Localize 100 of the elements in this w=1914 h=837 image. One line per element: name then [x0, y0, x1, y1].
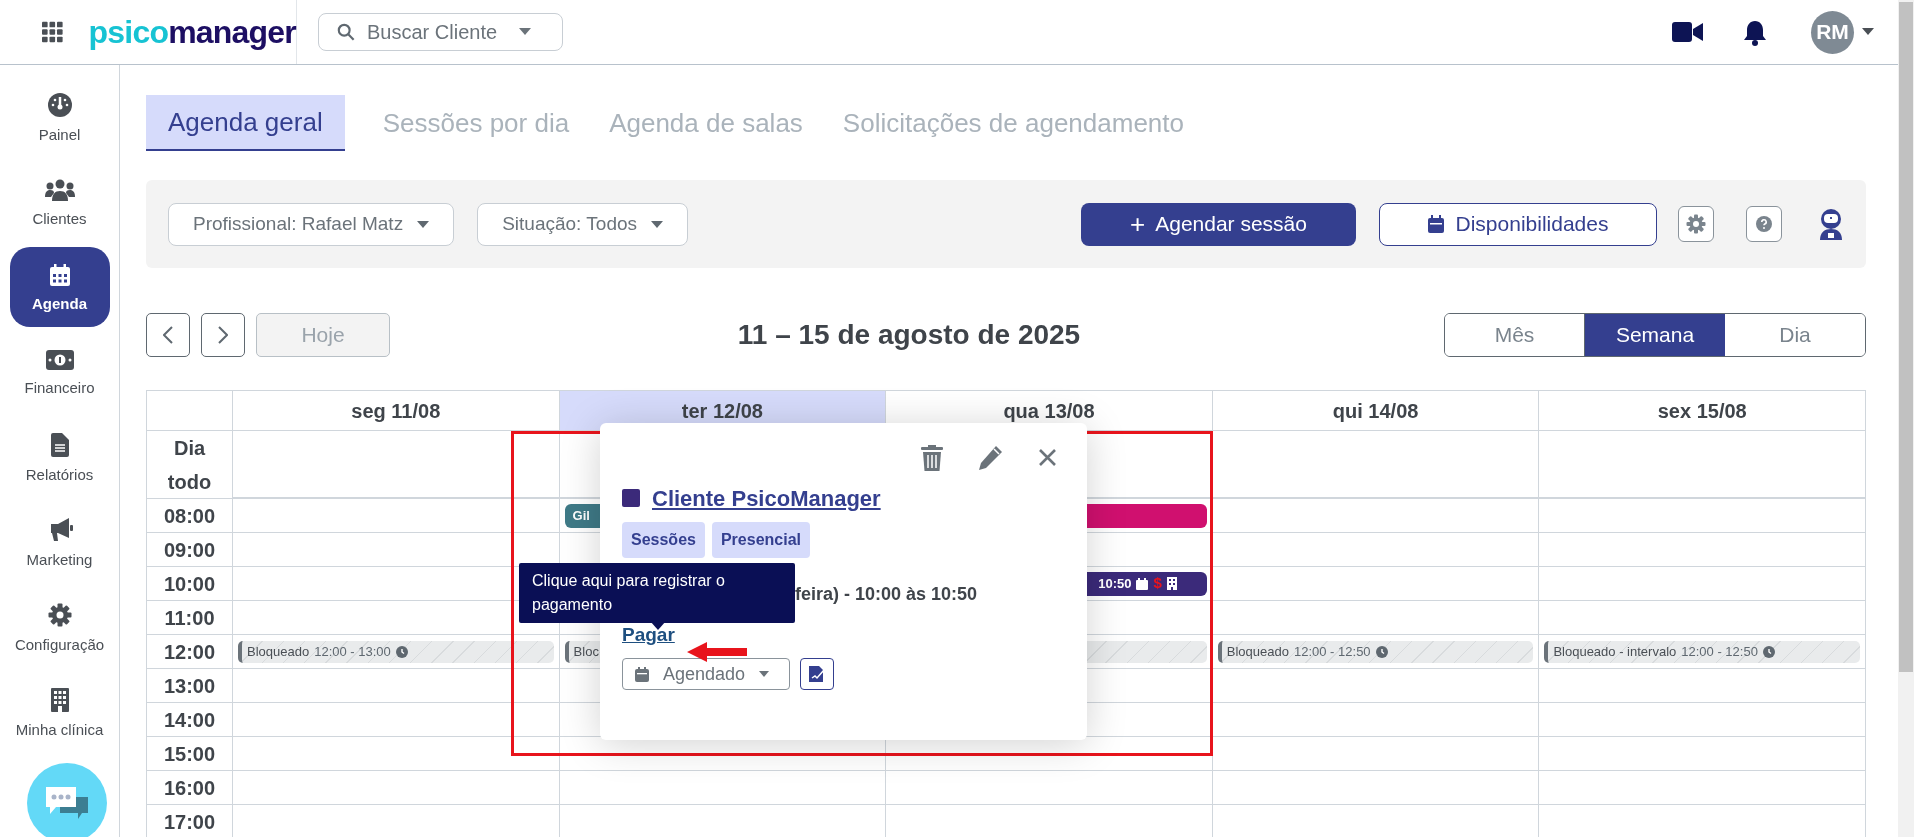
event-text: Gil	[572, 506, 590, 525]
calendar-cell[interactable]	[1539, 499, 1866, 533]
notification-bell-icon[interactable]	[1743, 18, 1767, 46]
calendar-cell[interactable]	[1212, 669, 1540, 703]
event-title: Bloqueado	[247, 642, 310, 661]
caret-icon	[651, 220, 663, 228]
calendar-cell[interactable]	[1212, 499, 1540, 533]
all-day-cell[interactable]	[1212, 431, 1540, 499]
building-icon	[50, 687, 69, 712]
sidebar-item[interactable]: Painel	[9, 77, 110, 157]
filter-dropdown[interactable]: Situação: Todos	[477, 202, 688, 246]
scrollbar[interactable]	[1898, 0, 1914, 837]
schedule-session-button[interactable]: + Agendar sessão	[1081, 202, 1356, 246]
calendar-cell[interactable]	[1539, 601, 1866, 635]
blocked-event[interactable]: Bloqueado 12:00 - 13:00	[238, 640, 554, 663]
document-pen-icon	[808, 665, 826, 683]
view-toggle[interactable]: Semana	[1585, 314, 1725, 356]
tag: Presencial	[711, 522, 810, 558]
settings-icon	[1686, 214, 1706, 234]
calendar-cell[interactable]	[1539, 533, 1866, 567]
calendar-cell[interactable]: Bloqueado - intervalo 12:00 - 12:50	[1539, 635, 1866, 669]
calendar-cell[interactable]	[1212, 703, 1540, 737]
event-time: 12:00 - 12:50	[1681, 642, 1758, 661]
sign-document-button[interactable]	[800, 658, 834, 690]
robot-assistant-icon[interactable]	[1818, 208, 1844, 240]
calendar-cell[interactable]	[1212, 771, 1540, 805]
time-label: 11:00	[147, 601, 233, 635]
clock-icon	[1762, 645, 1775, 658]
help-button[interactable]	[1746, 206, 1782, 242]
filter-dropdown[interactable]: Profissional: Rafael Matz	[168, 202, 455, 246]
event-text: 10:50	[1098, 574, 1132, 593]
day-header: seg 11/08	[233, 391, 560, 431]
user-avatar[interactable]: RM	[1811, 10, 1854, 54]
all-day-cell[interactable]	[233, 431, 560, 499]
arrow	[687, 641, 747, 663]
delete-icon[interactable]	[921, 445, 943, 471]
sidebar-item[interactable]: Relatórios	[9, 417, 110, 497]
time-label: 09:00	[147, 533, 233, 567]
calendar-cell[interactable]	[233, 669, 560, 703]
search-bar[interactable]: Buscar Cliente	[318, 13, 563, 51]
caret-icon[interactable]	[1862, 28, 1874, 36]
calendar-icon	[1136, 577, 1149, 590]
calendar-cell[interactable]	[1212, 737, 1540, 771]
tooltip: Clique aqui para registrar o pagamento	[519, 563, 795, 623]
sidebar-item[interactable]: Financeiro	[9, 332, 110, 412]
calendar-cell[interactable]	[1539, 737, 1866, 771]
calendar-cell[interactable]	[886, 771, 1213, 805]
pay-link[interactable]: Pagar	[622, 620, 675, 650]
tab[interactable]: Agenda geral	[146, 95, 345, 151]
video-camera-icon[interactable]	[1672, 21, 1703, 43]
blocked-event[interactable]: Bloqueado - intervalo 12:00 - 12:50	[1544, 640, 1860, 663]
search-icon	[337, 23, 355, 41]
sidebar-item[interactable]: Marketing	[9, 502, 110, 582]
apps-grid-icon[interactable]	[42, 21, 63, 43]
clock-icon	[1375, 645, 1388, 658]
document-icon	[50, 432, 69, 457]
calendar-cell[interactable]	[233, 771, 560, 805]
calendar-cell[interactable]	[1539, 567, 1866, 601]
event-time: 12:00 - 13:00	[314, 642, 391, 661]
logo[interactable]: psicomanager	[88, 16, 296, 48]
event-title: Bloqueado	[1226, 642, 1289, 661]
calendar-cell[interactable]: Bloqueado 12:00 - 13:00	[233, 635, 560, 669]
payment-mark: $	[1153, 573, 1162, 594]
sidebar-item[interactable]: Configuração	[9, 587, 110, 667]
sidebar-item[interactable]: Agenda	[9, 247, 110, 327]
chat-bubbles-icon	[44, 785, 90, 821]
calendar-icon	[49, 263, 70, 286]
time-label: 13:00	[147, 669, 233, 703]
calendar-cell[interactable]	[1539, 771, 1866, 805]
event-title: Bloqueado - intervalo	[1553, 642, 1677, 661]
blocked-event[interactable]: Bloqueado 12:00 - 12:50	[1217, 640, 1534, 663]
status-dropdown[interactable]: Agendado	[622, 658, 790, 690]
calendar-cell[interactable]	[1539, 703, 1866, 737]
calendar-cell[interactable]: Bloqueado 12:00 - 12:50	[1212, 635, 1540, 669]
sidebar-item[interactable]: Clientes	[9, 162, 110, 242]
all-day-cell[interactable]	[1539, 431, 1866, 499]
calendar-cell[interactable]	[1212, 567, 1540, 601]
calendar-cell[interactable]	[559, 771, 887, 805]
all-day-label: Dia todo	[147, 431, 233, 499]
day-header: qui 14/08	[1212, 391, 1540, 431]
availability-button[interactable]: Disponibilidades	[1379, 202, 1657, 246]
next-button[interactable]	[201, 313, 245, 357]
calendar-cell[interactable]	[233, 737, 560, 771]
building-icon	[1166, 577, 1177, 590]
calendar-cell[interactable]	[1539, 669, 1866, 703]
previous-button[interactable]	[146, 313, 190, 357]
search-input[interactable]: Buscar Cliente	[367, 17, 507, 47]
view-toggle[interactable]: Mês	[1445, 314, 1585, 356]
calendar-cell[interactable]	[233, 703, 560, 737]
calendar-cell[interactable]	[233, 499, 560, 533]
client-link[interactable]: Cliente PsicoManager	[652, 481, 881, 515]
sidebar-item[interactable]: Minha clínica	[9, 672, 110, 752]
session-schedule: feira) - 10:00 às 10:50	[795, 583, 978, 606]
calendar-cell[interactable]	[1212, 533, 1540, 567]
edit-icon[interactable]	[978, 445, 1003, 470]
calendar-cell[interactable]	[1212, 601, 1540, 635]
settings-button[interactable]	[1678, 206, 1714, 242]
people-icon	[44, 178, 75, 201]
time-label: 15:00	[147, 737, 233, 771]
close-icon[interactable]	[1038, 448, 1057, 467]
